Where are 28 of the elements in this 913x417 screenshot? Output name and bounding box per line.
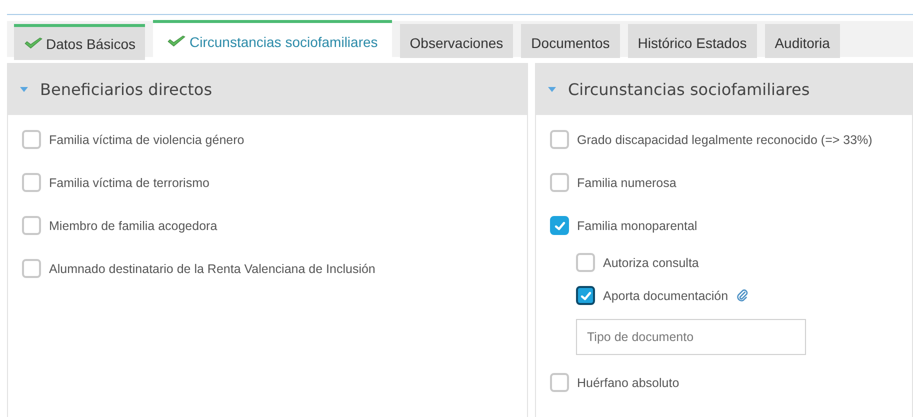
checkbox-label: Grado discapacidad legalmente reconocido (=> 33%) [577,132,872,146]
checkbox-label: Aporta documentación [603,288,728,302]
tab[interactable]: Documentos [521,24,620,58]
checkbox-label: Familia numerosa [577,176,676,190]
checkmark-icon [554,220,566,232]
paperclip-icon[interactable] [736,289,750,302]
checkbox-label: Familia víctima de violencia género [49,132,244,146]
checkbox[interactable] [550,216,569,235]
checkmark-icon [580,290,592,302]
checkbox[interactable] [576,286,595,305]
tab[interactable]: Observaciones [400,24,514,58]
panel-title: Beneficiarios directos [40,80,212,99]
checkmark-icon [167,35,186,48]
panel-header[interactable]: Circunstancias sociofamiliares [536,64,912,115]
document-type-field[interactable]: Tipo de documento [576,319,806,355]
checkbox-label: Autoriza consulta [603,256,699,270]
panel-title: Circunstancias sociofamiliares [568,80,810,99]
panel-header[interactable]: Beneficiarios directos [8,64,527,115]
checkmark-icon [24,37,43,50]
checkbox-label: Huérfano absoluto [577,376,680,390]
tab[interactable]: Histórico Estados [628,24,757,58]
checkbox-label: Miembro de familia acogedora [49,218,218,232]
checkbox-label: Alumnado destinatario de la Renta Valenciana de Inclusión [49,262,376,276]
tab[interactable]: Circunstancias sociofamiliares [153,20,392,60]
checkbox-label: Familia víctima de terrorismo [49,176,210,190]
checkbox-label: Familia monoparental [577,218,698,232]
tab[interactable]: Auditoria [764,24,840,58]
tab[interactable]: Datos Básicos [14,24,146,60]
